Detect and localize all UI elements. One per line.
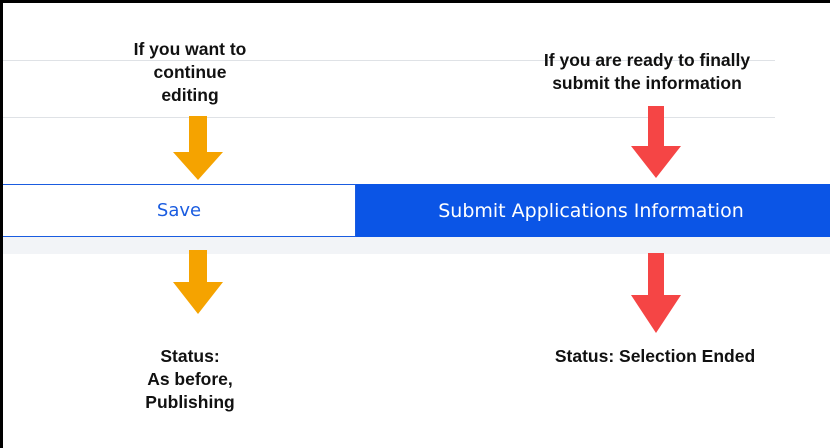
save-arrow-shape [173,250,223,314]
arrow-down-icon [173,250,223,314]
arrow-down-icon [631,106,681,178]
submit-arrow-shape [631,106,681,178]
submit-status-annotation: Status: Selection Ended [554,346,756,366]
submit-arrow-shape [631,253,681,333]
save-status-annotation: Status: As before, Publishing [145,346,235,412]
submit-applications-button[interactable]: Submit Applications Information [356,184,830,237]
arrow-down-icon [173,116,223,180]
save-arrow-shape [173,116,223,180]
submit-hint-annotation: If you are ready to finally submit the i… [543,50,751,93]
arrow-down-icon [631,253,681,333]
footer-band [3,236,830,254]
edit-hint-annotation: If you want to continue editing [133,39,247,105]
save-button[interactable]: Save [3,184,356,237]
